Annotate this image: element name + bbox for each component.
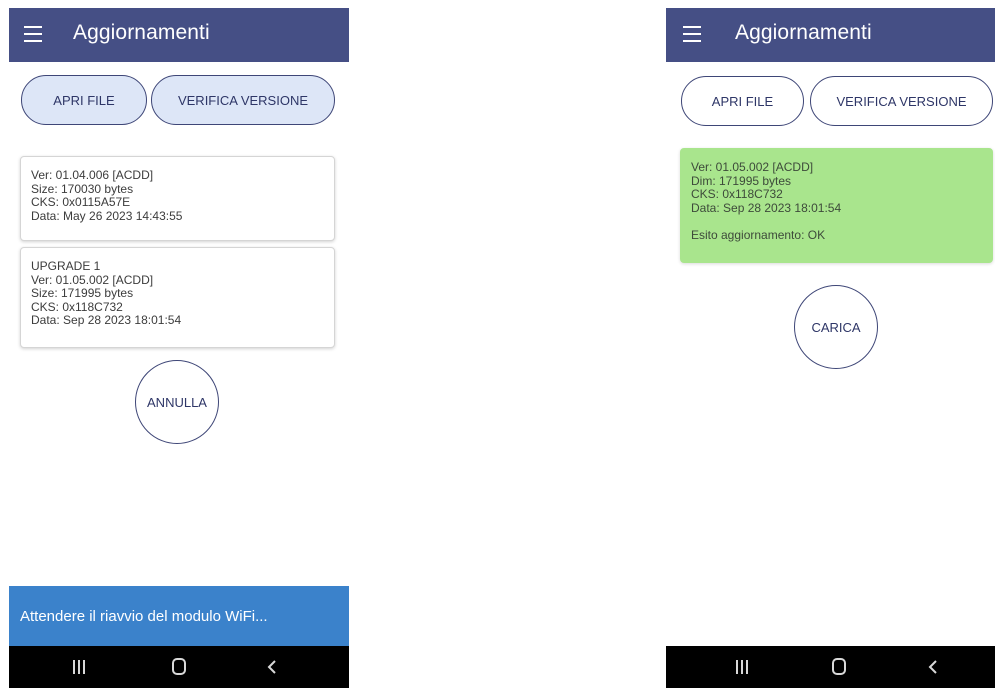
card-line: UPGRADE 1 bbox=[31, 259, 101, 273]
upgrade-firmware-card: UPGRADE 1 Ver: 01.05.002 [ACDD] Size: 17… bbox=[20, 247, 335, 348]
card-line: Size: 170030 bytes bbox=[31, 181, 134, 196]
check-version-button[interactable]: VERIFICA VERSIONE bbox=[151, 75, 335, 125]
system-nav-bar bbox=[666, 646, 995, 688]
card-line: Size: 171995 bytes bbox=[31, 286, 134, 300]
card-line: Data: May 26 2023 14:43:55 bbox=[31, 208, 183, 223]
card-line: Data: Sep 28 2023 18:01:54 bbox=[31, 313, 182, 327]
card-line: CKS: 0x118C732 bbox=[691, 187, 783, 201]
update-status: Esito aggiornamento: OK bbox=[691, 228, 826, 242]
card-line: Data: Sep 28 2023 18:01:54 bbox=[691, 200, 842, 215]
recents-icon[interactable] bbox=[736, 660, 748, 674]
load-button[interactable]: CARICA bbox=[794, 285, 878, 369]
open-file-button[interactable]: APRI FILE bbox=[681, 76, 804, 126]
update-result-card: Ver: 01.05.002 [ACDD] Dim: 171995 bytes … bbox=[680, 148, 993, 263]
back-icon[interactable] bbox=[926, 659, 942, 675]
check-version-button[interactable]: VERIFICA VERSIONE bbox=[810, 76, 993, 126]
app-bar: Aggiornamenti bbox=[9, 8, 349, 62]
open-file-button[interactable]: APRI FILE bbox=[21, 75, 147, 125]
snackbar: Attendere il riavvio del modulo WiFi... bbox=[9, 586, 349, 646]
recents-icon[interactable] bbox=[73, 660, 85, 674]
page-title: Aggiornamenti bbox=[735, 21, 872, 44]
cancel-button[interactable]: ANNULLA bbox=[135, 360, 219, 444]
hamburger-menu-icon[interactable] bbox=[24, 26, 44, 42]
card-line: Dim: 171995 bytes bbox=[691, 173, 792, 188]
app-bar: Aggiornamenti bbox=[666, 8, 995, 62]
hamburger-menu-icon[interactable] bbox=[683, 26, 703, 42]
page-title: Aggiornamenti bbox=[73, 21, 210, 44]
home-icon[interactable] bbox=[832, 658, 846, 675]
card-line: CKS: 0x118C732 bbox=[31, 299, 123, 314]
current-firmware-card: Ver: 01.04.006 [ACDD] Size: 170030 bytes… bbox=[20, 156, 335, 241]
card-line: Ver: 01.04.006 [ACDD] bbox=[31, 168, 154, 182]
card-line: CKS: 0x0115A57E bbox=[31, 195, 131, 209]
home-icon[interactable] bbox=[172, 658, 186, 675]
system-nav-bar bbox=[9, 646, 349, 688]
phone-screen-left: Aggiornamenti APRI FILE VERIFICA VERSION… bbox=[9, 8, 349, 688]
card-line: Ver: 01.05.002 [ACDD] bbox=[31, 272, 154, 287]
snackbar-message: Attendere il riavvio del modulo WiFi... bbox=[20, 607, 268, 625]
card-line: Ver: 01.05.002 [ACDD] bbox=[691, 160, 814, 174]
back-icon[interactable] bbox=[265, 659, 281, 675]
phone-screen-right: Aggiornamenti APRI FILE VERIFICA VERSION… bbox=[666, 8, 995, 688]
